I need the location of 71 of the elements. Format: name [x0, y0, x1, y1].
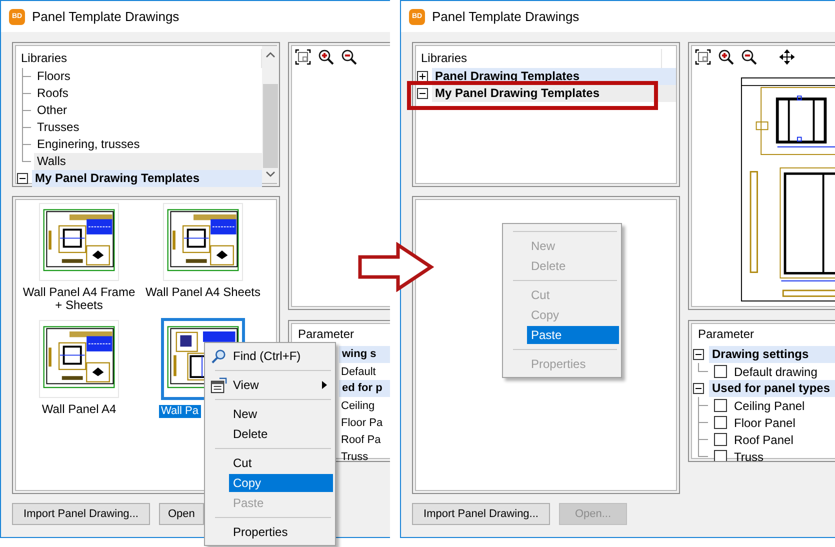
- checkbox[interactable]: [714, 365, 727, 378]
- option-label: Floor Panel: [733, 416, 796, 430]
- collapse-icon[interactable]: [693, 349, 704, 360]
- thumbnail-label[interactable]: Wall Pa: [159, 405, 200, 418]
- scrollbar[interactable]: [262, 46, 279, 183]
- menu-item[interactable]: Properties: [229, 523, 333, 541]
- tree-item[interactable]: Enginering, trusses: [34, 136, 262, 153]
- tree-connector-line: [20, 102, 32, 119]
- tree-connector-line: [20, 68, 32, 85]
- menu-item[interactable]: New: [229, 405, 333, 423]
- option-label: Roof Pa: [340, 434, 381, 446]
- move-icon[interactable]: [779, 48, 795, 65]
- collapse-icon[interactable]: [693, 383, 704, 394]
- tree-connector-line: [20, 119, 32, 136]
- tree-item[interactable]: My Panel Drawing Templates: [32, 170, 262, 187]
- tree-connector-line: [697, 363, 709, 372]
- thumbnail-label[interactable]: Wall Panel A4 Frame + Sheets: [17, 286, 141, 312]
- scroll-down-icon[interactable]: [266, 171, 275, 177]
- option-label: Default: [340, 366, 376, 378]
- option-label: Ceiling: [340, 400, 375, 412]
- group-label: Used for panel types: [709, 380, 835, 397]
- view-icon: [210, 376, 226, 394]
- zoom-out-icon[interactable]: [741, 48, 757, 65]
- option-label: Default drawing: [733, 364, 818, 378]
- collapse-icon[interactable]: [17, 173, 28, 184]
- group-label: Drawing settings: [709, 346, 835, 363]
- zoom-in-icon[interactable]: [318, 49, 334, 65]
- collapse-icon[interactable]: [417, 88, 428, 99]
- zoom-out-icon[interactable]: [341, 49, 357, 65]
- window-title: Panel Template Drawings: [32, 9, 180, 24]
- dialog-button[interactable]: Import Panel Drawing...: [12, 503, 150, 525]
- search-icon: [210, 348, 226, 364]
- tree-item[interactable]: Floors: [34, 68, 262, 85]
- tree-item[interactable]: Other: [34, 102, 262, 119]
- column-header: Parameter: [297, 327, 356, 343]
- tree-connector-line: [20, 85, 32, 102]
- checkbox[interactable]: [714, 416, 727, 429]
- fit-view-icon[interactable]: [695, 48, 711, 65]
- checkbox[interactable]: [714, 399, 727, 412]
- group-label: ed for p: [339, 380, 390, 397]
- group-label: wing s: [339, 346, 390, 363]
- column-header: Parameter: [697, 327, 756, 343]
- menu-item[interactable]: View: [229, 376, 336, 394]
- thumbnail-label[interactable]: Wall Panel A4: [40, 403, 118, 416]
- zoom-in-icon[interactable]: [718, 48, 734, 65]
- scrollbar-thumb[interactable]: [263, 84, 278, 168]
- expand-icon[interactable]: [417, 71, 428, 82]
- option-label: Floor Pa: [340, 416, 383, 428]
- option-label: Truss: [340, 450, 368, 461]
- scroll-up-icon[interactable]: [266, 52, 275, 58]
- option-label: Ceiling Panel: [733, 398, 805, 412]
- menu-item[interactable]: Find (Ctrl+F): [229, 347, 333, 365]
- thumbnail-label[interactable]: Wall Panel A4 Sheets: [144, 286, 262, 299]
- tree-item[interactable]: Roofs: [34, 85, 262, 102]
- tree-connector-line: [697, 414, 709, 431]
- option-label: Truss: [733, 450, 764, 461]
- menu-item[interactable]: Delete: [229, 425, 333, 443]
- checkbox[interactable]: [714, 450, 727, 461]
- dialog-button[interactable]: Open: [159, 503, 204, 525]
- tree-item[interactable]: My Panel Drawing Templates: [432, 85, 676, 102]
- menu-item[interactable]: Copy: [229, 474, 333, 492]
- tree-item[interactable]: Trusses: [34, 119, 262, 136]
- option-label: Roof Panel: [733, 432, 794, 446]
- tree-item[interactable]: Walls: [34, 153, 262, 170]
- window-title: Panel Template Drawings: [432, 9, 580, 24]
- tree-connector-line: [697, 397, 709, 414]
- dialog-button[interactable]: Import Panel Drawing...: [412, 503, 550, 525]
- menu-item[interactable]: Paste: [527, 326, 619, 344]
- menu-item[interactable]: Cut: [229, 454, 333, 472]
- checkbox[interactable]: [714, 433, 727, 446]
- fit-view-icon[interactable]: [295, 49, 311, 65]
